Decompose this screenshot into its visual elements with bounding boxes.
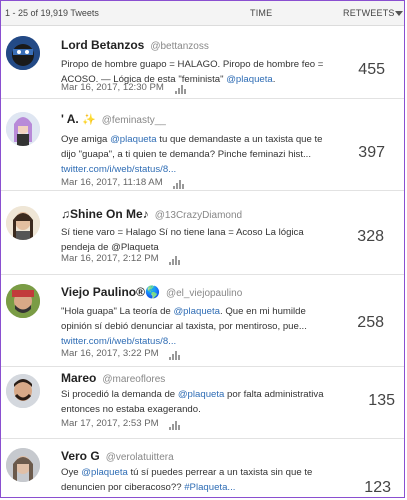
user-handle[interactable]: @feminasty__ [102,115,166,126]
tweet-date: Mar 16, 2017, 12:30 PM [61,82,187,94]
sort-desc-icon[interactable] [395,11,403,16]
user-handle[interactable]: @el_viejopaulino [166,288,242,299]
user-handle[interactable]: @13CrazyDiamond [155,210,242,221]
hashtag-link[interactable]: #Plaqueta... [184,482,235,493]
mention-link[interactable]: @plaqueta [81,467,128,478]
bar-chart-icon[interactable] [169,349,181,360]
tweet-row: Lord Betanzos @bettanzoss Piropo de hombr… [1,26,404,99]
tweet-date: Mar 16, 2017, 11:18 AM [61,177,185,189]
user-handle[interactable]: @bettanzoss [150,41,209,52]
tweet-row: Viejo Paulino®🌎 @el_viejopaulino "Hola gu… [1,274,404,367]
tweet-date: Mar 16, 2017, 2:12 PM [61,253,181,265]
user-name[interactable]: Viejo Paulino®🌎 @el_viejopaulino [61,285,242,299]
tweet-text: Oye amiga @plaqueta tu que demandaste a … [61,134,323,175]
avatar[interactable] [6,284,40,318]
tweet-link[interactable]: twitter.com/i/web/status/8... [61,164,176,175]
user-name[interactable]: ♫Shine On Me♪ @13CrazyDiamond [61,207,242,221]
mention-link[interactable]: @plaqueta [226,74,273,85]
tweet-row: Mareo @mareoflores Si procedió la demanda… [1,366,404,439]
user-name[interactable]: Lord Betanzos @bettanzoss [61,38,209,52]
avatar[interactable] [6,206,40,240]
retweet-count: 455 [358,61,385,78]
sort-by-time[interactable]: TIME [250,8,272,18]
retweet-count: 123 [364,479,391,496]
globe-icon: 🌎 [144,285,160,299]
bar-chart-icon[interactable] [169,419,181,430]
tweet-text: "Hola guapa" La teoría de @plaqueta. Que… [61,306,307,347]
tweet-text: Sí tiene varo = Halago Sí no tiene lana … [61,227,304,253]
tweet-text: Si procedió la demanda de @plaqueta por … [61,389,324,415]
tweet-text: Oye @plaqueta tú sí puedes perrear a un … [61,467,313,493]
mention-link[interactable]: @plaqueta [110,134,157,145]
tweet-link[interactable]: twitter.com/i/web/status/8... [61,336,176,347]
user-name[interactable]: Mareo @mareoflores [61,371,165,385]
tweet-date: Mar 16, 2017, 3:22 PM [61,348,181,360]
retweet-count: 397 [358,144,385,161]
bar-chart-icon[interactable] [174,83,187,94]
bar-chart-icon[interactable] [169,254,181,265]
avatar[interactable] [6,36,40,70]
list-header: 1 - 25 of 19,919 Tweets TIME RETWEETS [1,1,404,26]
tweet-list-panel: 1 - 25 of 19,919 Tweets TIME RETWEETS Lo… [0,0,405,498]
bar-chart-icon[interactable] [173,178,185,189]
mention-link[interactable]: @plaqueta [178,389,225,400]
avatar[interactable] [6,112,40,146]
sparkle-icon: ✨ [82,114,96,126]
mention-link[interactable]: @plaqueta [173,306,220,317]
avatar[interactable] [6,374,40,408]
user-handle[interactable]: @verolatuittera [106,452,174,463]
tweet-count: 1 - 25 of 19,919 Tweets [5,8,99,18]
tweet-row: ♫Shine On Me♪ @13CrazyDiamond Sí tiene va… [1,190,404,275]
retweet-count: 328 [357,228,384,245]
user-handle[interactable]: @mareoflores [102,374,165,385]
avatar[interactable] [6,448,40,482]
retweet-count: 258 [357,314,384,331]
retweet-count: 135 [368,392,395,409]
sort-by-retweets[interactable]: RETWEETS [343,8,395,18]
user-name[interactable]: ' A. ✨ @feminasty__ [61,112,166,126]
user-name[interactable]: Vero G @verolatuittera [61,449,174,463]
tweet-row: Vero G @verolatuittera Oye @plaqueta tú s… [1,438,404,497]
tweet-date: Mar 17, 2017, 2:53 PM [61,418,181,430]
tweet-row: ' A. ✨ @feminasty__ Oye amiga @plaqueta t… [1,98,404,191]
